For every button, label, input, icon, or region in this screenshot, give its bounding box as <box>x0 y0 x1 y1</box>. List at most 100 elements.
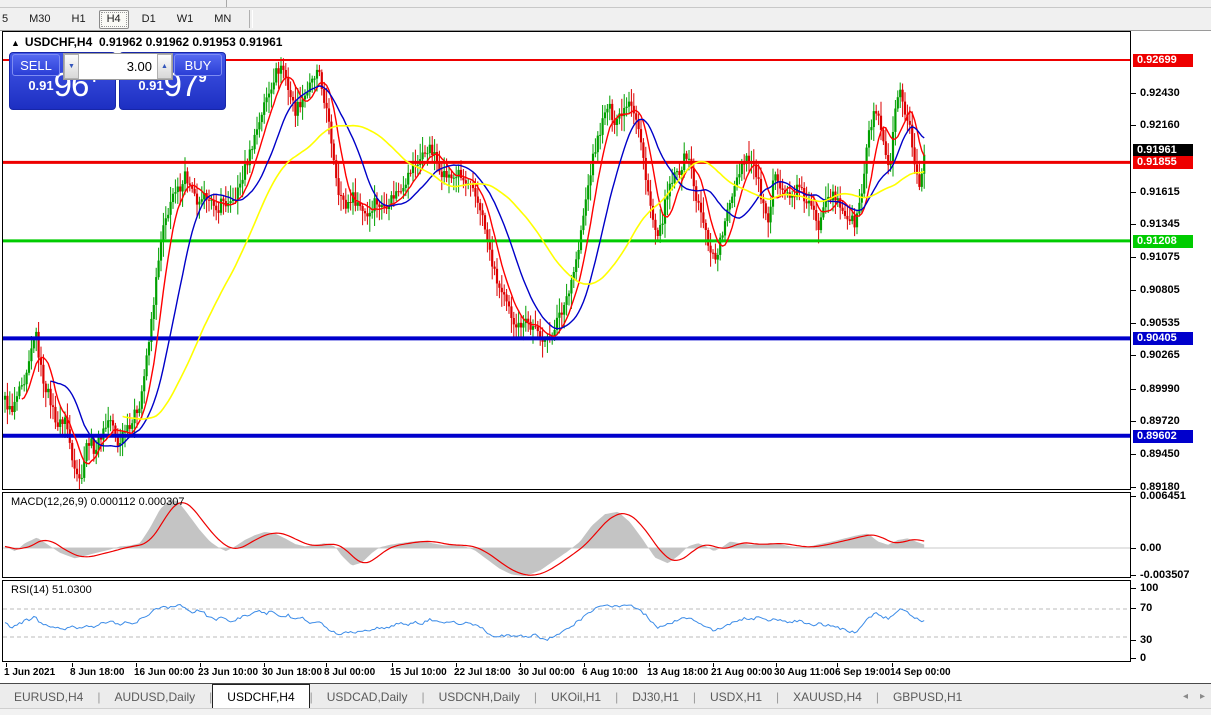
price-level-badge: 0.90405 <box>1133 332 1193 345</box>
chart-tab-gbpusd-h1[interactable]: GBPUSD,H1 <box>879 684 976 709</box>
axis-price-label: 100 <box>1140 582 1158 595</box>
axis-tick <box>1131 224 1136 225</box>
axis-tick <box>1131 125 1136 126</box>
volume-spinner: ▼ ▲ <box>63 53 173 80</box>
axis-price-label: 0.92430 <box>1140 87 1180 100</box>
axis-tick <box>1131 640 1136 641</box>
axis-price-label: 0.90265 <box>1140 349 1180 362</box>
main-price-chart[interactable]: ▲ USDCHF,H4 0.91962 0.91962 0.91953 0.919… <box>2 31 1131 490</box>
axis-price-label: 0.91345 <box>1140 218 1180 231</box>
status-strip <box>0 708 1211 715</box>
axis-tick <box>1131 608 1136 609</box>
time-label: 8 Jun 18:00 <box>70 667 124 678</box>
symbol-period-label: USDCHF,H4 <box>25 35 92 49</box>
buy-price-prefix: 0.91 <box>138 78 163 93</box>
chart-tab-usdcad-daily[interactable]: USDCAD,Daily <box>313 684 422 709</box>
axis-tick <box>1131 323 1136 324</box>
time-label: 21 Aug 00:00 <box>711 667 772 678</box>
time-label: 30 Aug 11:00 <box>774 667 835 678</box>
axis-price-label: 70 <box>1140 602 1152 615</box>
macd-label: MACD(12,26,9) 0.000112 0.000307 <box>11 496 184 508</box>
timeframe-button-m30[interactable]: M30 <box>21 10 58 29</box>
axis-tick <box>1131 575 1136 576</box>
timeframe-button-5[interactable]: 5 <box>0 10 16 29</box>
axis-price-label: 0.91075 <box>1140 251 1180 264</box>
tab-scroll-arrows: ◂ ▸ <box>1183 684 1205 709</box>
rsi-chart-canvas[interactable] <box>3 581 1130 661</box>
tab-scroll-right-icon[interactable]: ▸ <box>1200 691 1205 702</box>
rsi-indicator-panel[interactable]: RSI(14) 51.0300 <box>2 580 1131 662</box>
axis-price-label: 30 <box>1140 634 1152 647</box>
chart-tab-xauusd-h4[interactable]: XAUUSD,H4 <box>779 684 876 709</box>
volume-input[interactable] <box>79 54 157 79</box>
price-level-badge: 0.89602 <box>1133 430 1193 443</box>
tab-scroll-left-icon[interactable]: ◂ <box>1183 691 1188 702</box>
chart-tab-usdx-h1[interactable]: USDX,H1 <box>696 684 776 709</box>
axis-tick <box>1131 93 1136 94</box>
time-label: 30 Jun 18:00 <box>262 667 322 678</box>
price-axis[interactable]: 0.92430 0.92160 0.91615 0.91345 0.91075 0.908… <box>1131 31 1211 681</box>
chart-tab-usdcnh-daily[interactable]: USDCNH,Daily <box>425 684 534 709</box>
price-level-badge: 0.92699 <box>1133 54 1193 67</box>
chart-tab-bar: EURUSD,H4|AUDUSD,Daily|USDCHF,H4|USDCAD,… <box>0 683 1211 709</box>
volume-increase-button[interactable]: ▲ <box>157 54 172 79</box>
axis-tick <box>1131 496 1136 497</box>
chart-tab-eurusd-h4[interactable]: EURUSD,H4 <box>0 684 97 709</box>
time-label: 14 Sep 00:00 <box>890 667 951 678</box>
chart-tab-usdchf-h4[interactable]: USDCHF,H4 <box>212 684 309 709</box>
axis-tick <box>1131 421 1136 422</box>
axis-price-label: 0 <box>1140 652 1146 665</box>
axis-tick <box>1131 548 1136 549</box>
axis-price-label: 0.89450 <box>1140 448 1180 461</box>
volume-decrease-button[interactable]: ▼ <box>64 54 79 79</box>
timeframe-button-mn[interactable]: MN <box>206 10 239 29</box>
axis-price-label: 0.92160 <box>1140 119 1180 132</box>
time-axis[interactable]: 1 Jun 20218 Jun 18:0016 Jun 00:0023 Jun … <box>2 663 1131 682</box>
timeframe-button-d1[interactable]: D1 <box>134 10 164 29</box>
axis-tick <box>1131 290 1136 291</box>
axis-price-label: 0.90535 <box>1140 317 1180 330</box>
time-label: 30 Jul 00:00 <box>518 667 575 678</box>
rsi-label: RSI(14) 51.0300 <box>11 584 92 596</box>
axis-tick <box>1131 389 1136 390</box>
chart-tab-audusd-daily[interactable]: AUDUSD,Daily <box>100 684 209 709</box>
axis-tick <box>1131 487 1136 488</box>
timeframe-button-h1[interactable]: H1 <box>64 10 94 29</box>
axis-tick <box>1131 658 1136 659</box>
toolbar-overflow-strip <box>0 0 1211 8</box>
axis-price-label: 0.90805 <box>1140 284 1180 297</box>
time-label: 15 Jul 10:00 <box>390 667 447 678</box>
axis-price-label: 0.89720 <box>1140 415 1180 428</box>
time-label: 22 Jul 18:00 <box>454 667 511 678</box>
price-level-badge: 0.91961 <box>1133 144 1193 157</box>
axis-tick <box>1131 257 1136 258</box>
price-level-badge: 0.91855 <box>1133 156 1193 169</box>
axis-price-label: 0.89990 <box>1140 383 1180 396</box>
time-label: 16 Jun 00:00 <box>134 667 194 678</box>
timeframe-button-h4[interactable]: H4 <box>99 10 129 29</box>
timeframe-button-w1[interactable]: W1 <box>169 10 202 29</box>
axis-price-label: 0.91615 <box>1140 186 1180 199</box>
time-label: 23 Jun 10:00 <box>198 667 258 678</box>
price-level-badge: 0.91208 <box>1133 235 1193 248</box>
toolbar-divider <box>226 0 227 7</box>
time-label: 6 Aug 10:00 <box>582 667 638 678</box>
time-label: 6 Sep 19:00 <box>835 667 890 678</box>
buy-button[interactable]: BUY <box>174 54 222 76</box>
axis-tick <box>1131 355 1136 356</box>
chart-tab-dj30-h1[interactable]: DJ30,H1 <box>618 684 693 709</box>
axis-tick <box>1131 588 1136 589</box>
chart-tab-ukoil-h1[interactable]: UKOil,H1 <box>537 684 615 709</box>
toolbar-separator <box>249 10 253 28</box>
sell-button[interactable]: SELL <box>12 54 60 76</box>
time-label: 8 Jul 00:00 <box>324 667 375 678</box>
one-click-trading-panel: 0.91964 0.91979 SELL ▼ ▲ BUY <box>9 52 225 110</box>
axis-tick <box>1131 192 1136 193</box>
collapse-icon[interactable]: ▲ <box>11 38 20 48</box>
axis-price-label: 0.00 <box>1140 542 1161 555</box>
axis-price-label: -0.003507 <box>1140 569 1190 582</box>
axis-tick <box>1131 454 1136 455</box>
axis-price-label: 0.006451 <box>1140 490 1186 503</box>
macd-indicator-panel[interactable]: MACD(12,26,9) 0.000112 0.000307 <box>2 492 1131 578</box>
ohlc-quotes: 0.91962 0.91962 0.91953 0.91961 <box>99 35 283 49</box>
